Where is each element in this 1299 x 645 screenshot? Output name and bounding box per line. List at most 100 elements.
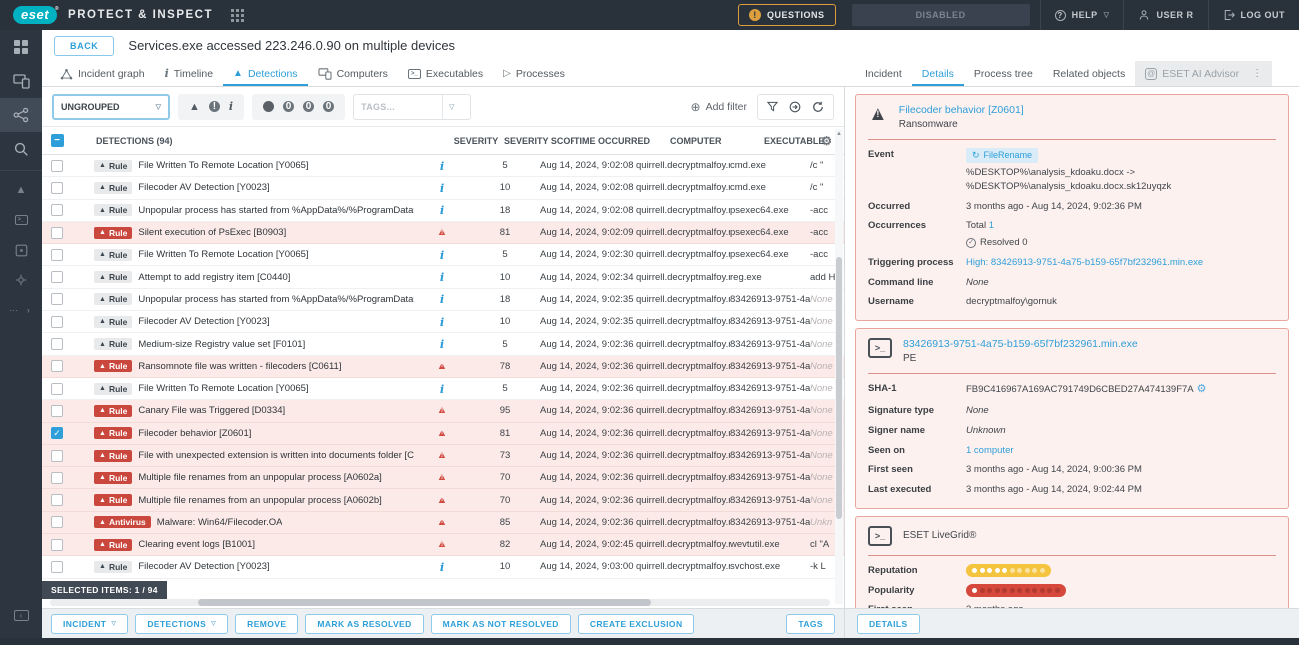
detection-link[interactable]: Filecoder behavior [Z0601] (899, 104, 1024, 116)
executable-link[interactable]: 83426913-9751-4a75-b159-65f7bf232961.min… (903, 338, 1138, 350)
triggering-process-link[interactable]: High: 83426913-9751-4a75-b159-65f7bf2329… (966, 256, 1276, 270)
tab-detections[interactable]: ▲Detections (223, 61, 308, 86)
table-row[interactable]: ▲RuleMultiple file renames from an unpop… (42, 489, 844, 511)
tab-executables[interactable]: >_Executables (398, 61, 493, 86)
row-checkbox[interactable]: ✓ (51, 427, 63, 439)
tab-incident[interactable]: Incident (855, 61, 912, 86)
tab-process-tree[interactable]: Process tree (964, 61, 1043, 86)
select-all-checkbox[interactable]: − (51, 134, 64, 147)
sidebar-item-detections[interactable]: ▲ (0, 175, 42, 205)
tab-details[interactable]: Details (912, 61, 964, 86)
table-row[interactable]: ▲RuleFile Written To Remote Location [Y0… (42, 244, 844, 266)
seen-on-link[interactable]: 1 computer (966, 444, 1276, 458)
create-exclusion-button[interactable]: CREATE EXCLUSION (578, 614, 695, 634)
column-severity[interactable]: SEVERITY (448, 136, 504, 146)
apps-grid-icon[interactable] (231, 9, 244, 22)
sidebar-collapse-button[interactable]: ‹ (0, 600, 42, 630)
sidebar-item-dashboard[interactable] (0, 30, 42, 64)
scroll-up-icon[interactable]: ▲ (835, 129, 843, 139)
table-row[interactable]: ▲RuleFilecoder AV Detection [Y0023]i10Au… (42, 311, 844, 333)
error-circle-filter-icon[interactable]: ! (209, 101, 220, 112)
add-filter-button[interactable]: ⊕ Add filter (691, 100, 748, 114)
vertical-scrollbar-thumb[interactable] (836, 257, 842, 518)
sidebar-item-incidents[interactable] (0, 98, 42, 132)
row-checkbox[interactable] (51, 561, 63, 573)
sidebar-item-scripts[interactable] (0, 235, 42, 265)
row-checkbox[interactable] (51, 539, 63, 551)
row-checkbox[interactable] (51, 293, 63, 305)
table-row[interactable]: ▲RuleMedium-size Registry value set [F01… (42, 333, 844, 355)
hash-settings-icon[interactable]: ⚙ (1197, 383, 1207, 395)
detections-menu-button[interactable]: DETECTIONS▽ (135, 614, 228, 634)
kebab-menu-icon[interactable]: ⋮ (1252, 68, 1262, 79)
score-filter-3-icon[interactable]: 0 (303, 101, 314, 112)
row-checkbox[interactable] (51, 316, 63, 328)
table-row[interactable]: ✓▲RuleFilecoder behavior [Z0601]▲81Aug 1… (42, 423, 844, 445)
row-checkbox[interactable] (51, 160, 63, 172)
tab-eset-ai-advisor[interactable]: @ESET AI Advisor⋮ (1135, 61, 1272, 86)
table-row[interactable]: ▲RuleRansomnote file was written - filec… (42, 356, 844, 378)
table-row[interactable]: ▲RuleFile with unexpected extension is w… (42, 445, 844, 467)
row-checkbox[interactable] (51, 450, 63, 462)
user-button[interactable]: USER R (1123, 0, 1207, 30)
row-checkbox[interactable] (51, 338, 63, 350)
row-checkbox[interactable] (51, 271, 63, 283)
row-checkbox[interactable] (51, 249, 63, 261)
refresh-icon[interactable] (812, 101, 824, 113)
table-row[interactable]: ▲RuleUnpopular process has started from … (42, 289, 844, 311)
logout-button[interactable]: LOG OUT (1208, 0, 1299, 30)
table-row[interactable]: ▲RuleUnpopular process has started from … (42, 200, 844, 222)
table-row[interactable]: ▲RuleFilecoder AV Detection [Y0023]i10Au… (42, 177, 844, 199)
horizontal-scrollbar[interactable] (50, 599, 830, 606)
grouping-select[interactable]: UNGROUPED ▽ (52, 94, 170, 120)
column-severity-score[interactable]: SEVERITY SCORE (504, 136, 574, 146)
details-button[interactable]: DETAILS (857, 614, 920, 634)
table-row[interactable]: ▲RuleMultiple file renames from an unpop… (42, 467, 844, 489)
sidebar-item-more[interactable]: ⋯ › (0, 295, 42, 325)
table-row[interactable]: ▲RuleFile Written To Remote Location [Y0… (42, 155, 844, 177)
tab-timeline[interactable]: iTimeline (155, 61, 223, 86)
tags-button[interactable]: TAGS (786, 614, 835, 634)
info-filter-icon[interactable]: i (229, 100, 233, 113)
table-row[interactable]: ▲RuleFilecoder AV Detection [Y0023]i10Au… (42, 556, 844, 578)
sidebar-item-search[interactable] (0, 132, 42, 166)
vertical-scrollbar[interactable]: ▲ (835, 129, 843, 604)
tab-processes[interactable]: ▷Processes (493, 61, 575, 86)
tab-related-objects[interactable]: Related objects (1043, 61, 1135, 86)
column-settings-icon[interactable]: ⚙ (821, 134, 832, 148)
column-detections[interactable]: DETECTIONS (94) (72, 136, 448, 146)
occurrences-total-link[interactable]: 1 (989, 220, 994, 231)
help-button[interactable]: ? HELP ▽ (1040, 0, 1124, 30)
row-checkbox[interactable] (51, 383, 63, 395)
tags-input[interactable] (354, 102, 442, 112)
row-checkbox[interactable] (51, 227, 63, 239)
score-filter-2-icon[interactable]: 0 (283, 101, 294, 112)
back-button[interactable]: BACK (54, 36, 114, 56)
row-checkbox[interactable] (51, 516, 63, 528)
sidebar-item-computers[interactable] (0, 64, 42, 98)
table-row[interactable]: ▲RuleCanary File was Triggered [D0334]▲9… (42, 400, 844, 422)
tab-computers[interactable]: Computers (308, 61, 398, 86)
warning-triangle-filter-icon[interactable]: ▲ (189, 101, 200, 113)
mark-resolved-button[interactable]: MARK AS RESOLVED (305, 614, 423, 634)
funnel-icon[interactable] (767, 101, 778, 112)
column-time-occurred[interactable]: TIME OCCURRED (574, 136, 670, 146)
row-checkbox[interactable] (51, 472, 63, 484)
tab-incident-graph[interactable]: Incident graph (50, 61, 155, 86)
column-computer[interactable]: COMPUTER (670, 136, 764, 146)
remove-button[interactable]: REMOVE (235, 614, 298, 634)
row-checkbox[interactable] (51, 494, 63, 506)
score-filter-4-icon[interactable]: 0 (323, 101, 334, 112)
sidebar-item-events[interactable] (0, 265, 42, 295)
file-rename-chip[interactable]: ↻FileRename (966, 148, 1038, 163)
table-row[interactable]: ▲RuleSilent execution of PsExec [B0903]▲… (42, 222, 844, 244)
table-row[interactable]: ▲RuleAttempt to add registry item [C0440… (42, 266, 844, 288)
row-checkbox[interactable] (51, 204, 63, 216)
sidebar-item-executables[interactable]: >_ (0, 205, 42, 235)
horizontal-scrollbar-thumb[interactable] (198, 599, 650, 606)
column-executable[interactable]: EXECUTABLE (764, 136, 844, 146)
questions-button[interactable]: ! QUESTIONS (738, 4, 836, 26)
table-row[interactable]: ▲RuleClearing event logs [B1001]▲82Aug 1… (42, 534, 844, 556)
table-row[interactable]: ▲AntivirusMalware: Win64/Filecoder.OA▲85… (42, 512, 844, 534)
chevron-down-icon[interactable]: ▽ (442, 95, 460, 119)
